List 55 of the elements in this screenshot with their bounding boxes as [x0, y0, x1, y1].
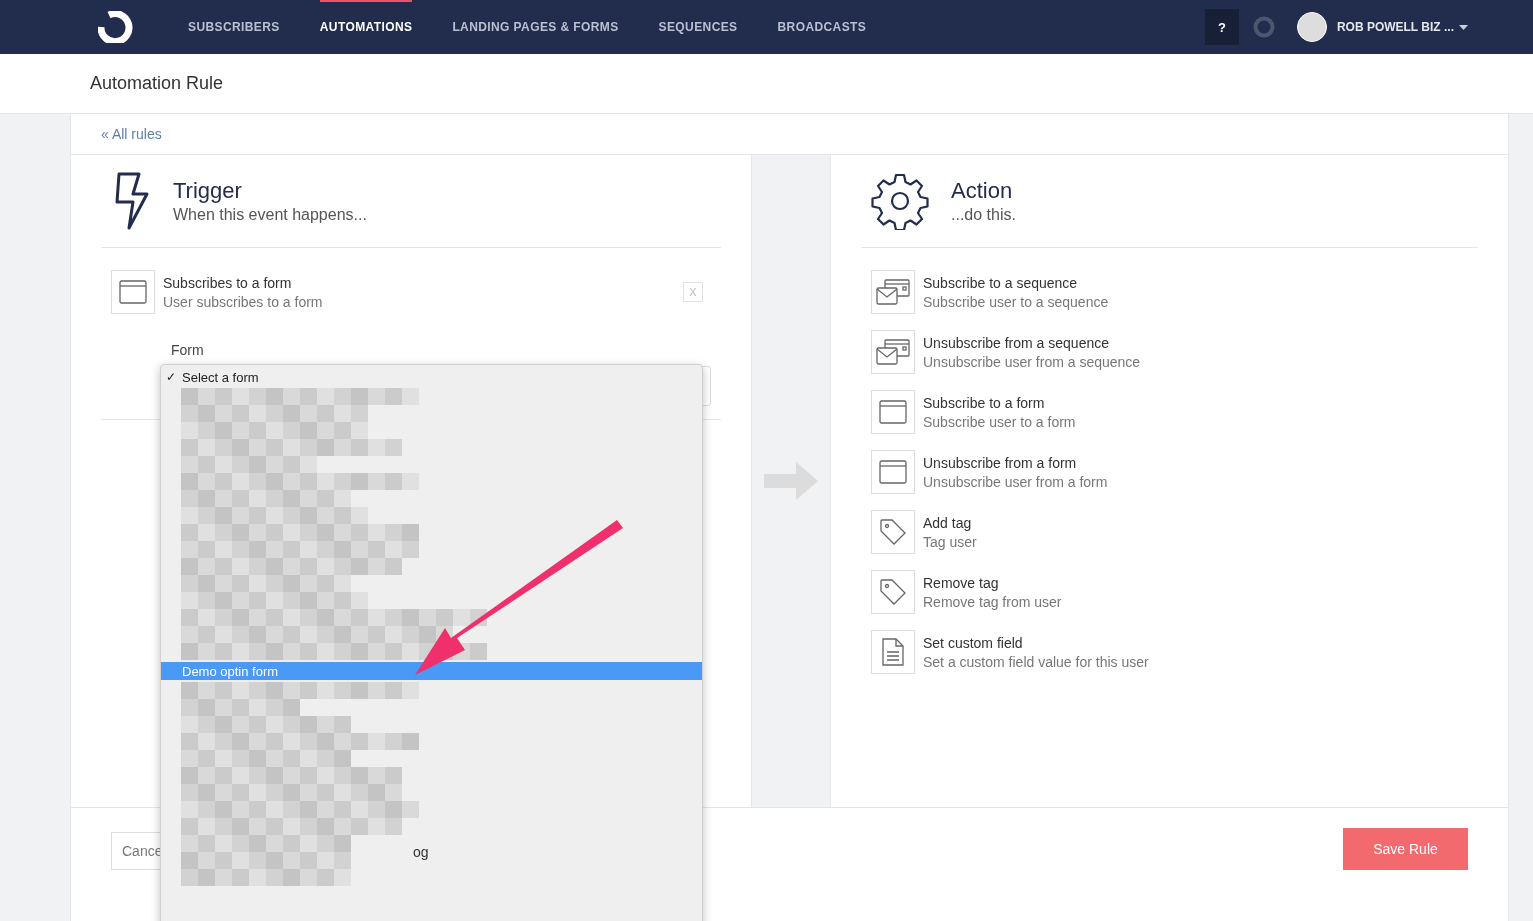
item-description: Subscribe user to a sequence [923, 293, 1109, 310]
section-subtitle: When this event happens... [173, 206, 367, 224]
checkmark: ✓ [166, 370, 176, 384]
section-title: Action [951, 178, 1014, 204]
gear-icon [871, 172, 929, 230]
icon-frame[interactable] [871, 450, 915, 494]
item-title[interactable]: Remove tag [923, 574, 1062, 591]
user-avatar[interactable] [1296, 12, 1327, 42]
browser-window-icon [119, 280, 147, 304]
item-title[interactable]: Set custom field [923, 634, 1149, 651]
section-subtitle: ...do this. [951, 206, 1016, 224]
nav-tab[interactable]: SUBSCRIBERS [188, 0, 280, 54]
item-description: Remove tag from user [923, 593, 1062, 610]
nav-tab[interactable]: BROADCASTS [777, 0, 867, 54]
field-label: Form [171, 342, 205, 358]
icon-frame[interactable] [871, 270, 915, 314]
tag-icon [879, 518, 907, 546]
icon-frame[interactable] [871, 510, 915, 554]
item-description: User subscribes to a form [163, 293, 323, 310]
icon-frame[interactable] [871, 330, 915, 374]
item-title[interactable]: Subscribe to a sequence [923, 274, 1109, 291]
back-link[interactable]: « All rules [101, 126, 162, 142]
item-title[interactable]: Subscribe to a form [923, 394, 1076, 411]
envelopes-icon [876, 338, 910, 366]
item-title[interactable]: Add tag [923, 514, 977, 531]
option-text-fragment: og [413, 844, 429, 860]
page-title: Automation Rule [90, 73, 224, 94]
dropdown-option[interactable]: ✓ Select a form [161, 368, 702, 386]
item-description: Unsubscribe user from a form [923, 473, 1108, 490]
help-button[interactable]: ? [1204, 9, 1239, 45]
item-title: Subscribes to a form [163, 274, 293, 291]
icon-frame[interactable] [871, 390, 915, 434]
section-title: Trigger [173, 178, 243, 204]
envelopes-icon [876, 278, 910, 306]
document-icon [882, 638, 904, 666]
item-description: Tag user [923, 533, 977, 550]
nav-tab[interactable]: AUTOMATIONS [319, 0, 413, 54]
item-description: Unsubscribe user from a sequence [923, 353, 1141, 370]
browser-window-icon [879, 460, 907, 484]
caret-icon [1459, 24, 1468, 30]
nav-tab[interactable]: LANDING PAGES & FORMS [452, 0, 619, 54]
item-description: Subscribe user to a form [923, 413, 1076, 430]
item-description: Set a custom field value for this user [923, 653, 1149, 670]
account-menu[interactable]: ROB POWELL BIZ ... [1336, 20, 1468, 34]
nav-tab[interactable]: SEQUENCES [658, 0, 738, 54]
logo-icon [98, 11, 134, 43]
cancel-button[interactable]: Cance [111, 832, 161, 870]
arrow-right-icon [764, 462, 818, 500]
icon-frame[interactable] [871, 630, 915, 674]
browser-window-icon [879, 400, 907, 424]
icon-frame[interactable] [871, 570, 915, 614]
tag-icon [879, 578, 907, 606]
item-title[interactable]: Unsubscribe from a sequence [923, 334, 1141, 351]
item-title[interactable]: Unsubscribe from a form [923, 454, 1108, 471]
loading-ring-icon [1252, 16, 1275, 38]
